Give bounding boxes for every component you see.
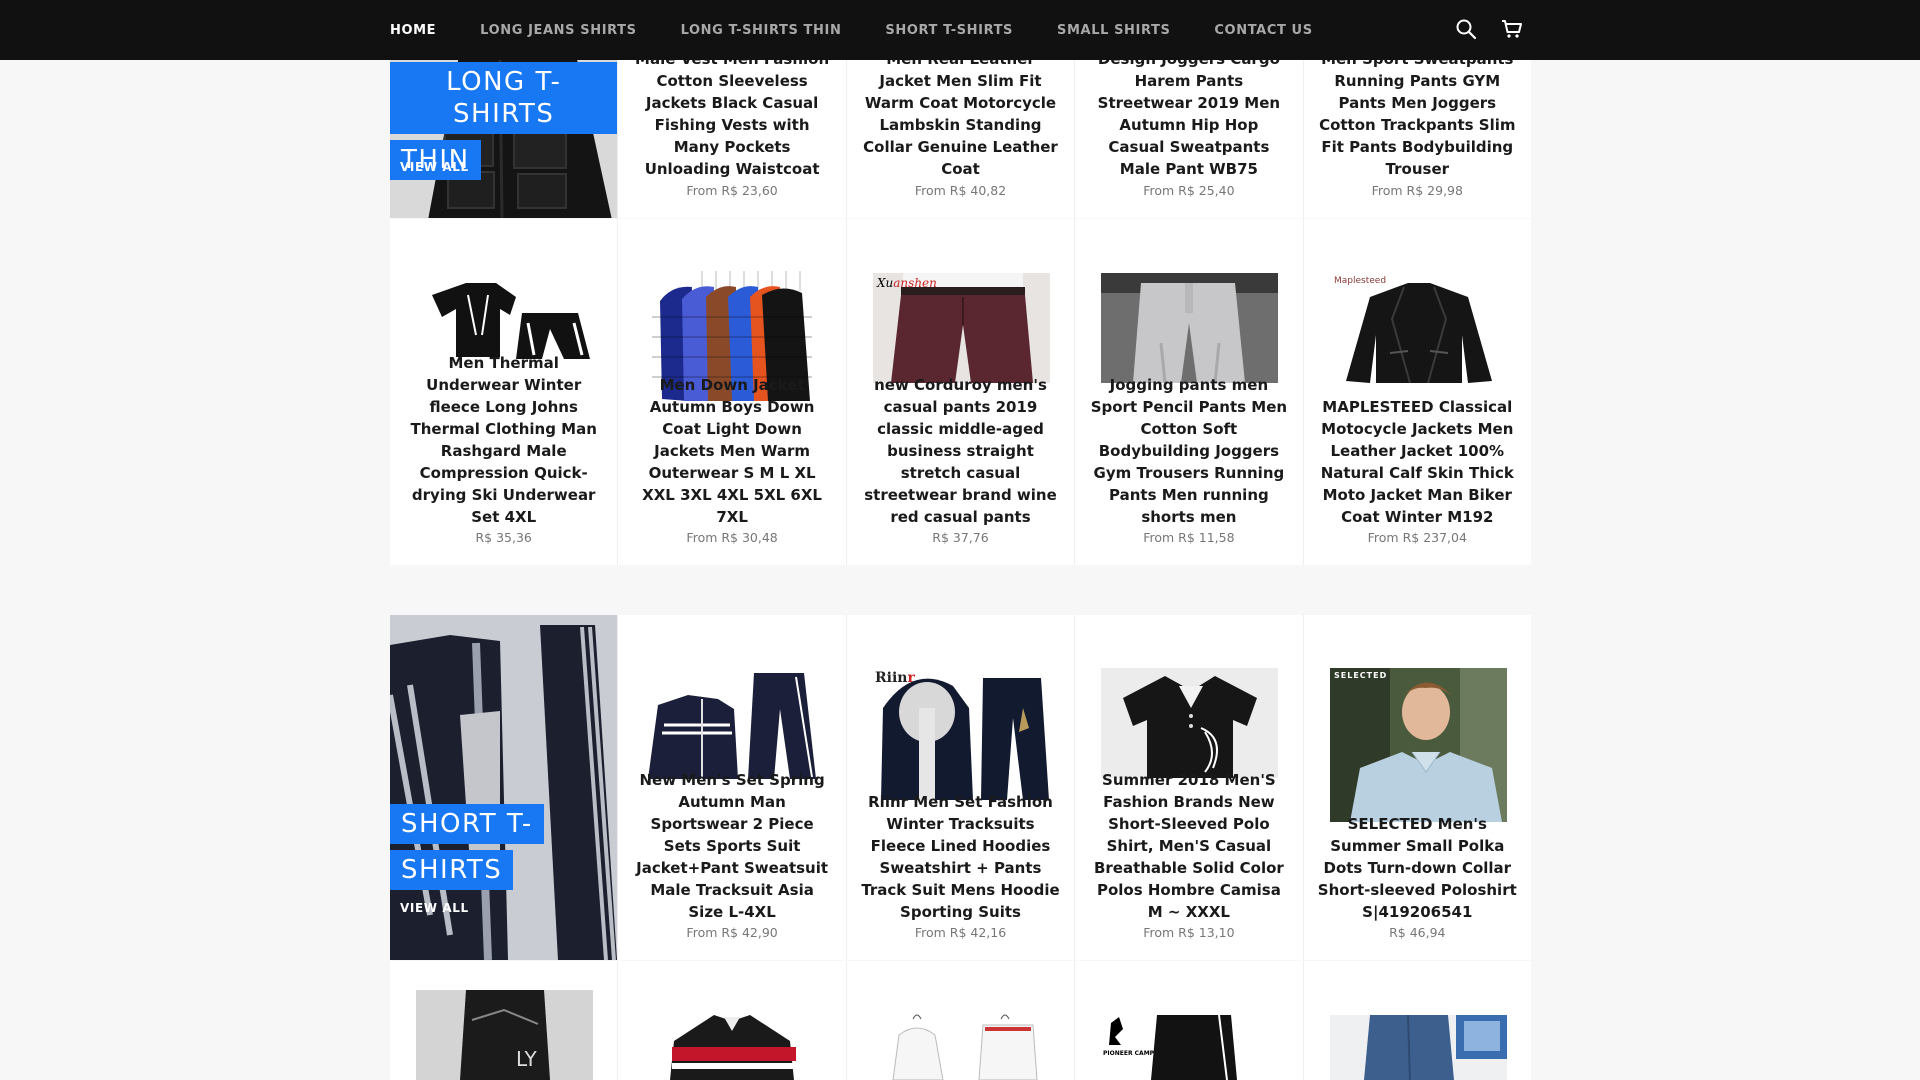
product-image[interactable] xyxy=(1101,668,1279,778)
top-navigation: HOME LONG JEANS SHIRTS LONG T-SHIRTS THI… xyxy=(0,0,1920,60)
product-card[interactable] xyxy=(1303,961,1531,1080)
collection-title-line1: SHORT T- xyxy=(390,804,544,844)
product-info: Men Thermal Underwear Winter fleece Long… xyxy=(404,346,603,545)
product-image[interactable]: Maplesteed xyxy=(1329,273,1507,383)
brand-logo-text: PIONEER CAMP xyxy=(1103,1050,1155,1057)
collection-grid-long-t-shirts-bottom: Men Thermal Underwear Winter fleece Long… xyxy=(390,219,1531,565)
collection-title-line1: LONG T-SHIRTS xyxy=(390,62,618,134)
view-all-link[interactable]: VIEW ALL xyxy=(400,160,469,174)
product-title[interactable]: MAPLESTEED Classical Motocycle Jackets M… xyxy=(1318,396,1517,528)
product-title[interactable]: Men Real Leather Jacket Men Slim Fit War… xyxy=(861,60,1060,180)
product-card[interactable]: Multi Pockets Ribbons Design Joggers Car… xyxy=(1075,60,1303,218)
product-image[interactable] xyxy=(1101,273,1279,383)
brand-logo-text: SELECTED xyxy=(1334,671,1387,680)
product-image[interactable]: Riinr xyxy=(872,668,1050,800)
view-all-link[interactable]: VIEW ALL xyxy=(400,901,469,915)
product-image[interactable] xyxy=(644,1001,822,1080)
product-card[interactable]: Riinr Riinr Men Set Fashion Winter Track… xyxy=(846,615,1075,960)
product-price: From R$ 29,98 xyxy=(1371,183,1463,198)
product-title[interactable]: Men Thermal Underwear Winter fleece Long… xyxy=(404,352,603,528)
product-card[interactable] xyxy=(618,961,846,1080)
product-card[interactable] xyxy=(846,961,1075,1080)
product-info: Riinr Men Set Fashion Winter Tracksuits … xyxy=(861,785,1060,940)
product-title[interactable]: new Corduroy men's casual pants 2019 cla… xyxy=(861,374,1060,528)
product-image[interactable] xyxy=(1329,1015,1507,1080)
nav-home[interactable]: HOME xyxy=(390,23,436,38)
product-card[interactable]: SELECTED SELECTED Men's Summer Small Pol… xyxy=(1303,615,1531,960)
nav-long-jeans-shirts[interactable]: LONG JEANS SHIRTS xyxy=(480,23,636,38)
product-price: From R$ 237,04 xyxy=(1367,530,1467,545)
collection-grid-short-t-shirts: SHORT T- SHIRTS VIEW ALL New Men's Set S… xyxy=(390,615,1531,960)
product-card[interactable]: Male Vest Men Fashion Cotton Sleeveless … xyxy=(618,60,846,218)
collection-grid-next: LY PIONEER CAMP xyxy=(390,961,1531,1080)
product-price: From R$ 30,48 xyxy=(686,530,778,545)
product-price: From R$ 40,82 xyxy=(914,183,1007,198)
product-title[interactable]: Multi Pockets Ribbons Design Joggers Car… xyxy=(1089,60,1288,180)
product-image[interactable]: Xuanshen xyxy=(872,273,1050,383)
product-price: R$ 35,36 xyxy=(475,530,532,545)
product-title[interactable]: New Jogging Pants Men Sport Sweatpants R… xyxy=(1318,60,1517,180)
nav-links: HOME LONG JEANS SHIRTS LONG T-SHIRTS THI… xyxy=(390,0,1357,60)
product-title[interactable]: Riinr Men Set Fashion Winter Tracksuits … xyxy=(861,791,1060,923)
product-title[interactable]: New Men's Set Spring Autumn Man Sportswe… xyxy=(632,769,831,923)
product-card[interactable]: Maplesteed MAPLESTEED Classical Motocycl… xyxy=(1303,219,1531,565)
product-info: Jogging pants men Sport Pencil Pants Men… xyxy=(1089,368,1288,545)
collection-feature-short-t-shirts[interactable]: SHORT T- SHIRTS VIEW ALL xyxy=(390,615,618,960)
collection-feature-long-t-shirts[interactable]: LONG T-SHIRTS THIN VIEW ALL xyxy=(390,60,618,218)
product-card[interactable]: PIONEER CAMP xyxy=(1075,961,1303,1080)
product-card[interactable]: Men Thermal Underwear Winter fleece Long… xyxy=(390,219,618,565)
product-card[interactable]: Jogging pants men Sport Pencil Pants Men… xyxy=(1075,219,1303,565)
product-price: From R$ 13,10 xyxy=(1143,925,1235,940)
product-image[interactable]: SELECTED xyxy=(1329,668,1507,822)
product-title[interactable]: Jogging pants men Sport Pencil Pants Men… xyxy=(1089,374,1288,528)
nav-short-t-shirts[interactable]: SHORT T-SHIRTS xyxy=(885,23,1013,38)
product-title[interactable]: SELECTED Men's Summer Small Polka Dots T… xyxy=(1318,813,1517,923)
product-card[interactable]: New Jogging Pants Men Sport Sweatpants R… xyxy=(1303,60,1531,218)
product-price: From R$ 25,40 xyxy=(1143,183,1235,198)
brand-logo-text: Xuanshen xyxy=(876,276,937,290)
product-card[interactable]: New Men's Set Spring Autumn Man Sportswe… xyxy=(618,615,846,960)
product-price: R$ 37,76 xyxy=(932,530,989,545)
product-image[interactable]: LY xyxy=(416,990,593,1080)
product-info: Summer 2018 Men'S Fashion Brands New Sho… xyxy=(1089,763,1288,940)
image-decor-text: LY xyxy=(516,1047,537,1071)
product-image[interactable]: PIONEER CAMP xyxy=(1101,1015,1279,1080)
search-icon[interactable] xyxy=(1454,17,1478,41)
product-price: From R$ 23,60 xyxy=(686,183,778,198)
product-price: R$ 46,94 xyxy=(1389,925,1446,940)
nav-small-shirts[interactable]: SMALL SHIRTS xyxy=(1057,23,1170,38)
nav-icons xyxy=(1454,17,1524,41)
product-title[interactable]: Summer 2018 Men'S Fashion Brands New Sho… xyxy=(1089,769,1288,923)
brand-logo-text: Maplesteed xyxy=(1334,276,1386,286)
product-card[interactable]: Men Real Leather Jacket Men Slim Fit War… xyxy=(846,60,1075,218)
product-price: From R$ 42,16 xyxy=(914,925,1007,940)
product-title[interactable]: Male Vest Men Fashion Cotton Sleeveless … xyxy=(632,60,831,180)
product-card[interactable]: Summer 2018 Men'S Fashion Brands New Sho… xyxy=(1075,615,1303,960)
nav-long-t-shirts-thin[interactable]: LONG T-SHIRTS THIN xyxy=(681,23,842,38)
product-info: SELECTED Men's Summer Small Polka Dots T… xyxy=(1318,807,1517,940)
collection-grid-long-t-shirts-top: LONG T-SHIRTS THIN VIEW ALL Male Vest Me… xyxy=(390,60,1531,218)
product-card[interactable]: Xuanshen new Corduroy men's casual pants… xyxy=(846,219,1075,565)
product-image[interactable] xyxy=(872,1011,1050,1080)
product-info: MAPLESTEED Classical Motocycle Jackets M… xyxy=(1318,390,1517,545)
product-card[interactable]: LY xyxy=(390,961,618,1080)
product-info: Men Down Jacket Autumn Boys Down Coat Li… xyxy=(632,368,831,545)
product-price: From R$ 42,90 xyxy=(686,925,778,940)
collection-feature-title: SHORT T- SHIRTS xyxy=(390,804,544,896)
product-info: new Corduroy men's casual pants 2019 cla… xyxy=(861,368,1060,545)
product-info: New Men's Set Spring Autumn Man Sportswe… xyxy=(632,763,831,940)
product-card[interactable]: Men Down Jacket Autumn Boys Down Coat Li… xyxy=(618,219,846,565)
product-title[interactable]: Men Down Jacket Autumn Boys Down Coat Li… xyxy=(632,374,831,528)
product-price: From R$ 11,58 xyxy=(1143,530,1235,545)
nav-contact-us[interactable]: CONTACT US xyxy=(1214,23,1312,38)
cart-icon[interactable] xyxy=(1500,17,1524,41)
collection-title-line2: SHIRTS xyxy=(390,850,514,890)
